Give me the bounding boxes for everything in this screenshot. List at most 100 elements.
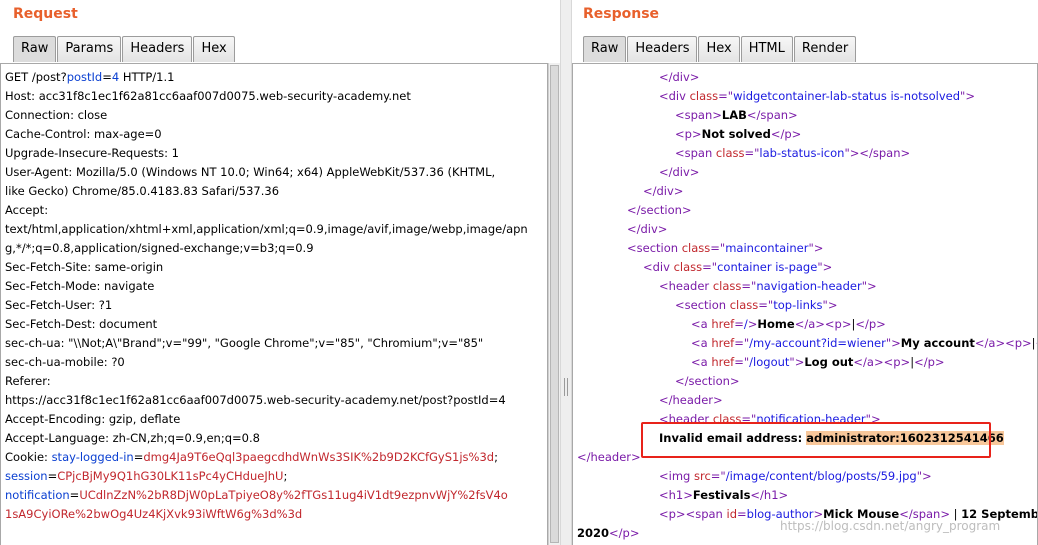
text-segment: <a — [691, 317, 712, 331]
text-segment: stay-logged-in — [51, 450, 134, 464]
request-line: User-Agent: Mozilla/5.0 (Windows NT 10.0… — [5, 163, 528, 182]
text-segment: HTTP/1.1 — [119, 70, 175, 84]
request-line: Cookie: stay-logged-in=dmg4Ja9T6eQql3pae… — [5, 448, 528, 467]
text-segment: </header> — [577, 450, 641, 464]
text-segment: =" — [718, 89, 734, 103]
text-segment: </div> — [659, 165, 700, 179]
text-segment: <span — [675, 146, 716, 160]
text-segment: session — [5, 469, 48, 483]
text-segment: </section> — [627, 203, 692, 217]
text-segment: </p> — [770, 127, 802, 141]
request-tab-raw[interactable]: Raw — [13, 36, 57, 62]
request-line: Accept: — [5, 201, 528, 220]
text-segment: class — [729, 298, 759, 312]
text-segment: Cookie: — [5, 450, 52, 464]
splitter-grip-icon[interactable] — [564, 378, 568, 396]
request-scrollbar[interactable] — [548, 63, 560, 545]
text-segment: =" — [744, 146, 760, 160]
text-segment: <p> — [675, 127, 702, 141]
text-segment: =" — [710, 241, 726, 255]
text-segment: Sec-Fetch-Dest: document — [5, 317, 158, 331]
response-line: <span class="lab-status-icon"></span> — [577, 144, 1037, 163]
text-segment: /my-account?id=wiener — [749, 336, 886, 350]
text-segment: <img — [659, 469, 694, 483]
text-segment: UCdlnZzN%2bR8DjW0pLaTpiyeO8y%2fTGs11ug4i… — [79, 488, 508, 502]
response-line: <a href="/my-account?id=wiener">My accou… — [577, 334, 1037, 353]
request-scrollbar-thumb[interactable] — [550, 65, 559, 543]
text-segment: =" — [710, 469, 726, 483]
request-line: Accept-Encoding: gzip, deflate — [5, 410, 528, 429]
response-tab-headers[interactable]: Headers — [627, 36, 698, 62]
text-segment: =" — [758, 298, 774, 312]
request-editor[interactable]: GET /post?postId=4 HTTP/1.1 Host: acc31f8… — [0, 63, 548, 545]
request-text[interactable]: GET /post?postId=4 HTTP/1.1 Host: acc31f8… — [5, 68, 528, 524]
request-line: Connection: close — [5, 106, 528, 125]
text-segment: > — [747, 317, 758, 331]
text-segment: "> — [865, 412, 881, 426]
text-segment: </div> — [643, 184, 684, 198]
text-segment: "> — [789, 355, 805, 369]
text-segment: LAB — [721, 108, 747, 122]
text-segment: container is-page — [717, 260, 818, 274]
text-segment: <header — [659, 412, 713, 426]
response-line: <a href=/>Home</a><p>|</p> — [577, 315, 1037, 334]
request-line: Cache-Control: max-age=0 — [5, 125, 528, 144]
text-segment: https://acc31f8c1ec1f62a81cc6aaf007d0075… — [5, 393, 506, 407]
text-segment: "></span> — [844, 146, 911, 160]
response-title: Response — [583, 6, 660, 22]
text-segment: /logout — [749, 355, 790, 369]
request-line: g,*/*;q=0.8,application/signed-exchange;… — [5, 239, 528, 258]
response-line: </section> — [577, 201, 1037, 220]
text-segment: Accept-Encoding: gzip, deflate — [5, 412, 181, 426]
text-segment: sec-ch-ua-mobile: ?0 — [5, 355, 125, 369]
response-text[interactable]: </div> <div class="widgetcontainer-lab-st… — [577, 68, 1037, 543]
response-line: <span>LAB</span> — [577, 106, 1037, 125]
request-tab-hex[interactable]: Hex — [193, 36, 235, 62]
request-line: Referer: — [5, 372, 528, 391]
response-line: </header> — [577, 448, 1037, 467]
request-tab-headers[interactable]: Headers — [122, 36, 193, 62]
text-segment: "> — [960, 89, 975, 103]
text-segment: widgetcontainer-lab-status is-notsolved — [733, 89, 961, 103]
text-segment: g,*/*;q=0.8,application/signed-exchange;… — [5, 241, 314, 255]
request-line: 1sA9CyiORe%2bwOg4Uz4KjXvk93iWftW6g%3d%3d — [5, 505, 528, 524]
request-line: Sec-Fetch-Dest: document — [5, 315, 528, 334]
text-segment: <h1> — [659, 488, 693, 502]
text-segment: top-links — [773, 298, 823, 312]
text-segment: class — [715, 146, 745, 160]
text-segment: Upgrade-Insecure-Requests: 1 — [5, 146, 179, 160]
response-editor[interactable]: </div> <div class="widgetcontainer-lab-st… — [572, 63, 1038, 545]
response-line: </div> — [577, 182, 1037, 201]
text-segment: </header> — [659, 393, 723, 407]
text-segment: Cache-Control: max-age=0 — [5, 127, 162, 141]
response-line: <section class="top-links"> — [577, 296, 1037, 315]
response-tab-render[interactable]: Render — [793, 36, 857, 62]
text-segment: "> — [885, 336, 901, 350]
text-segment: My account — [900, 336, 975, 350]
response-line: <img src="/image/content/blog/posts/59.j… — [577, 467, 1037, 486]
request-title: Request — [13, 6, 78, 22]
text-segment: <div — [659, 89, 690, 103]
response-tab-html[interactable]: HTML — [740, 36, 793, 62]
response-tab-raw[interactable]: Raw — [583, 36, 627, 62]
text-segment: Sec-Fetch-User: ?1 — [5, 298, 113, 312]
response-line: </div> — [577, 163, 1037, 182]
text-segment: <a — [691, 355, 712, 369]
request-line: Upgrade-Insecure-Requests: 1 — [5, 144, 528, 163]
text-segment: </p> — [609, 526, 640, 540]
text-segment: dmg4Ja9T6eQql3paegcdhdWnWs3SIK%2b9D2KCfG… — [143, 450, 495, 464]
response-tab-hex[interactable]: Hex — [698, 36, 740, 62]
request-line: Sec-Fetch-Site: same-origin — [5, 258, 528, 277]
request-line: text/html,application/xhtml+xml,applicat… — [5, 220, 528, 239]
pane-splitter[interactable] — [560, 0, 572, 545]
text-segment: <section — [675, 298, 730, 312]
text-segment: Sec-Fetch-Mode: navigate — [5, 279, 155, 293]
text-segment: =" — [734, 336, 750, 350]
text-segment: =" — [741, 279, 757, 293]
text-segment: like Gecko) Chrome/85.0.4183.83 Safari/5… — [5, 184, 280, 198]
request-tab-params[interactable]: Params — [57, 36, 122, 62]
request-line: notification=UCdlnZzN%2bR8DjW0pLaTpiyeO8… — [5, 486, 528, 505]
text-segment: = — [69, 488, 80, 502]
text-segment: Invalid email address: — [659, 431, 807, 445]
watermark: https://blog.csdn.net/angry_program — [780, 519, 1001, 533]
